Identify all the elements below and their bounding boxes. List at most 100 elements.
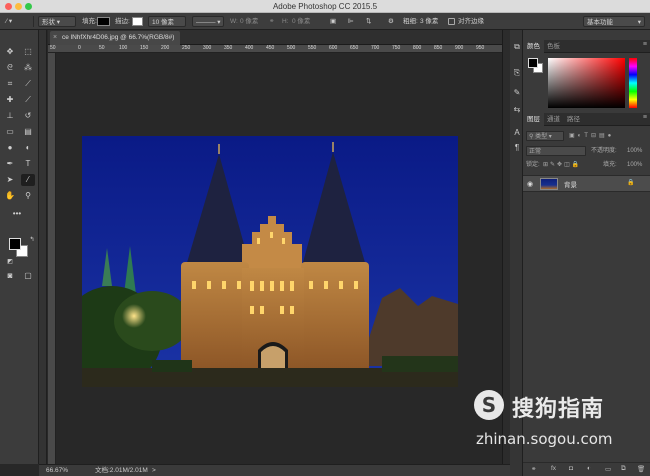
panel-menu-icon[interactable]: ≡ (643, 41, 647, 48)
lock-label: 锁定: (526, 162, 540, 168)
horizontal-ruler[interactable]: 50 0 50 100 150 200 250 300 350 400 450 … (48, 45, 502, 53)
fill-field[interactable]: 100% (627, 160, 642, 170)
default-colors-icon[interactable]: ◩ (3, 256, 17, 268)
dock-strip (39, 30, 47, 464)
ruler-label: 400 (245, 45, 254, 51)
blend-mode-value: 正常 (529, 149, 542, 155)
path-ops-icon[interactable]: ▣ (330, 16, 336, 27)
workspace-select[interactable]: 基本功能 ▾ (583, 16, 645, 27)
app-title: Adobe Photoshop CC 2015.5 (272, 2, 378, 11)
screen-mode-icon[interactable]: ▢ (21, 270, 35, 282)
tools-panel: ✥ ⬚ ᘓ ⁂ ⌗ ⟋ ✚ ⟋ ⊥ ↺ ▭ ▤ ● ◐ ✒ T ➤ ⁄ ✋ ⚲ … (0, 30, 39, 464)
history-brush-icon[interactable]: ↺ (21, 110, 35, 122)
weight-field[interactable]: 3 像素 (420, 16, 438, 27)
tab-color[interactable]: 颜色 (523, 40, 544, 53)
ruler-label: 600 (329, 45, 338, 51)
w-label: W: (230, 18, 238, 25)
stroke-label: 描边: (115, 18, 130, 25)
path-select-icon[interactable]: ➤ (3, 174, 17, 186)
paragraph-panel-icon[interactable]: ¶ (512, 143, 522, 153)
link-layers-icon[interactable]: ⚭ (531, 465, 536, 473)
kind-filter-select[interactable]: ⚲ 类型 ▾ (526, 131, 564, 141)
stroke-swatch[interactable] (132, 17, 143, 26)
hand-icon[interactable]: ✋ (3, 190, 17, 202)
opacity-field[interactable]: 100% (627, 146, 642, 156)
more-tools-icon[interactable]: ••• (10, 208, 24, 220)
tab-paths[interactable]: 路径 (563, 113, 584, 126)
brush-icon[interactable]: ⟋ (21, 94, 35, 106)
blend-mode-select[interactable]: 正常 (526, 146, 586, 156)
line-tool-preset-icon[interactable]: ⁄ ▾ (6, 16, 12, 27)
h-label: H: (282, 18, 289, 25)
stroke-width-field[interactable]: 10 像素 (148, 16, 186, 27)
lasso-icon[interactable]: ᘓ (3, 62, 17, 74)
close-tab-icon[interactable]: × (53, 31, 57, 45)
dodge-icon[interactable]: ◐ (21, 142, 35, 154)
marquee-icon[interactable]: ⬚ (21, 46, 35, 58)
history-panel-icon[interactable]: ⧉ (512, 42, 522, 52)
path-align-icon[interactable]: ⊫ (348, 16, 354, 27)
link-icon[interactable]: ⚭ (269, 16, 274, 27)
adjust-panel-icon[interactable]: ⇆ (512, 105, 522, 115)
eye-icon[interactable]: ◉ (527, 180, 533, 188)
ruler-label: 850 (434, 45, 443, 51)
mode-select[interactable]: 形状 ▾ (38, 16, 76, 27)
pen-icon[interactable]: ✒ (3, 158, 17, 170)
align-edges-label: 对齐边缘 (458, 18, 484, 25)
ruler-label: 650 (350, 45, 359, 51)
line-icon[interactable]: ⁄ (21, 174, 35, 186)
vertical-ruler[interactable] (48, 53, 56, 464)
hue-slider[interactable] (629, 58, 637, 108)
character-panel-icon[interactable]: A (512, 128, 522, 138)
document-tab[interactable]: × ce lNhfXhr4D06.jpg @ 66.7%(RGB/8#) (50, 31, 181, 45)
color-picker-field[interactable] (548, 58, 625, 108)
panel-menu-icon[interactable]: ≡ (643, 114, 647, 121)
zoom-level[interactable]: 66.67% (46, 465, 68, 476)
trash-icon[interactable]: 🗑 (637, 465, 645, 473)
status-menu-icon[interactable]: > (152, 465, 156, 476)
fill-swatch[interactable] (97, 17, 110, 26)
divider (33, 16, 34, 27)
lock-icons[interactable]: ⊞✎✥◫🔒 (543, 160, 581, 170)
type-icon[interactable]: T (21, 158, 35, 170)
move-icon[interactable]: ✥ (3, 46, 17, 58)
blur-icon[interactable]: ● (3, 142, 17, 154)
tab-channels[interactable]: 通道 (543, 113, 564, 126)
new-group-icon[interactable]: ▭ (605, 465, 611, 473)
stamp-icon[interactable]: ⊥ (3, 110, 17, 122)
ruler-label: 150 (140, 45, 149, 51)
kind-filter-value: 类型 (535, 134, 548, 140)
weight-label: 粗细: (403, 18, 418, 25)
tab-swatches[interactable]: 色板 (543, 40, 564, 53)
swap-colors-icon[interactable]: ↰ (25, 234, 39, 246)
document-tab-title: ce lNhfXhr4D06.jpg @ 66.7%(RGB/8#) (62, 34, 175, 41)
zoom-icon[interactable]: ⚲ (21, 190, 35, 202)
healing-icon[interactable]: ✚ (3, 94, 17, 106)
panel-foreground-swatch[interactable] (528, 58, 538, 68)
align-edges-checkbox[interactable] (448, 18, 455, 25)
h-field[interactable]: 0 像素 (292, 16, 310, 27)
crop-icon[interactable]: ⌗ (3, 78, 17, 90)
tab-layers[interactable]: 图层 (523, 113, 544, 126)
properties-panel-icon[interactable]: ⎘ (512, 68, 522, 78)
stroke-type-select[interactable]: ——— ▾ (192, 16, 224, 27)
add-mask-icon[interactable]: ◘ (569, 465, 573, 472)
filter-icons[interactable]: ▣◐T⊟▤● (569, 131, 614, 141)
eyedropper-icon[interactable]: ⟋ (21, 78, 35, 90)
magic-wand-icon[interactable]: ⁂ (21, 62, 35, 74)
w-field[interactable]: 0 像素 (240, 16, 258, 27)
brush-panel-icon[interactable]: ✎ (512, 88, 522, 98)
gradient-icon[interactable]: ▤ (21, 126, 35, 138)
document-image[interactable] (82, 136, 458, 387)
doc-size: 文档:2.01M/2.01M (95, 467, 148, 474)
fx-icon[interactable]: fx (551, 465, 556, 472)
quick-mask-icon[interactable]: ◙ (3, 270, 17, 282)
gear-icon[interactable]: ⚙ (388, 16, 394, 27)
options-bar: ⁄ ▾ 形状 ▾ 填充: 描边: 10 像素 ——— ▾ W: 0 像素 ⚭ H… (0, 13, 650, 30)
layer-row[interactable]: ◉ 背景 🔒 (523, 175, 650, 192)
eraser-icon[interactable]: ▭ (3, 126, 17, 138)
foreground-color-swatch[interactable] (9, 238, 21, 250)
new-layer-icon[interactable]: ⧉ (621, 465, 626, 473)
path-arrange-icon[interactable]: ⇅ (366, 16, 371, 27)
adjustment-layer-icon[interactable]: ◐ (587, 465, 591, 472)
